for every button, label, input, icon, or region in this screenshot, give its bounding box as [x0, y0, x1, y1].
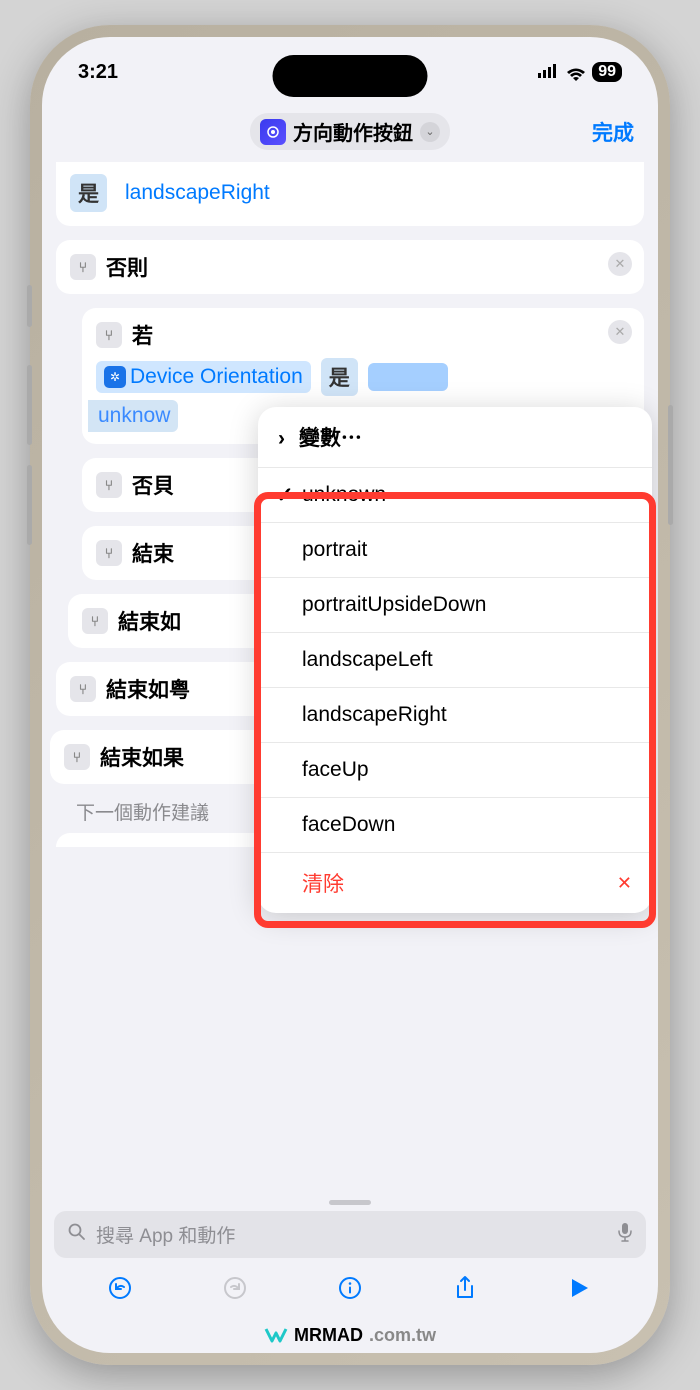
- action-label: 若: [132, 320, 153, 350]
- value-placeholder[interactable]: [368, 363, 448, 391]
- search-icon: [68, 1223, 86, 1247]
- picker-option[interactable]: landscapeRight: [258, 688, 652, 743]
- picker-clear-button[interactable]: 清除 ✕: [258, 853, 652, 913]
- branch-icon: ⑂: [70, 676, 96, 702]
- gear-icon: ✲: [104, 366, 126, 388]
- search-placeholder: 搜尋 App 和動作: [96, 1221, 235, 1248]
- branch-icon: ⑂: [70, 254, 96, 280]
- branch-icon: ⑂: [96, 472, 122, 498]
- undo-button[interactable]: [106, 1274, 134, 1302]
- power-button: [668, 405, 673, 525]
- action-card-else[interactable]: ⑂ 否則 ✕: [56, 240, 644, 294]
- picker-option[interactable]: faceUp: [258, 743, 652, 798]
- watermark-logo-icon: [264, 1323, 288, 1347]
- branch-icon: ⑂: [96, 322, 122, 348]
- action-label: 否貝: [132, 470, 174, 500]
- condition-token[interactable]: 是: [321, 358, 358, 396]
- phone-frame: 3:21 99 方向動作按鈕 ⌄ 完成: [30, 25, 670, 1365]
- cellular-icon: [538, 61, 560, 84]
- action-card-partial: 是 landscapeRight: [56, 162, 644, 226]
- redo-button: [221, 1274, 249, 1302]
- search-bar[interactable]: 搜尋 App 和動作: [54, 1211, 646, 1258]
- side-button: [27, 285, 32, 327]
- watermark: MRMAD.com.tw: [42, 1323, 658, 1347]
- volume-up-button: [27, 365, 32, 445]
- action-label: 結束如: [118, 606, 181, 636]
- shortcut-title-pill[interactable]: 方向動作按鈕 ⌄: [250, 113, 450, 150]
- variable-token[interactable]: ✲ Device Orientation: [96, 361, 311, 393]
- branch-icon: ⑂: [82, 608, 108, 634]
- done-button[interactable]: 完成: [592, 117, 634, 147]
- chevron-right-icon: ›: [278, 427, 285, 451]
- value-picker-popover: › 變數⋯ unknown portrait portraitUpsideDow…: [258, 407, 652, 913]
- picker-variables-row[interactable]: › 變數⋯: [258, 407, 652, 468]
- microphone-icon[interactable]: [618, 1222, 632, 1248]
- shortcut-title: 方向動作按鈕: [293, 117, 413, 146]
- branch-icon: ⑂: [96, 540, 122, 566]
- branch-icon: ⑂: [64, 744, 90, 770]
- share-button[interactable]: [451, 1274, 479, 1302]
- chevron-down-icon[interactable]: ⌄: [420, 122, 440, 142]
- picker-option[interactable]: unknown: [258, 468, 652, 523]
- picker-option[interactable]: portraitUpsideDown: [258, 578, 652, 633]
- play-button[interactable]: [566, 1274, 594, 1302]
- phone-screen: 3:21 99 方向動作按鈕 ⌄ 完成: [42, 37, 658, 1353]
- action-label: 結束如粤: [106, 674, 190, 704]
- picker-option[interactable]: faceDown: [258, 798, 652, 853]
- status-time: 3:21: [78, 61, 118, 84]
- picker-option[interactable]: portrait: [258, 523, 652, 578]
- dynamic-island: [273, 55, 428, 97]
- remove-action-button[interactable]: ✕: [608, 252, 632, 276]
- bottom-toolbar: [42, 1258, 658, 1310]
- info-button[interactable]: [336, 1274, 364, 1302]
- battery-badge: 99: [592, 62, 622, 82]
- editor-content: 是 landscapeRight ⑂ 否則 ✕ ⑂ 若 ✲: [42, 162, 658, 1192]
- value-token-truncated[interactable]: unknow: [88, 400, 178, 432]
- wifi-icon: [566, 65, 586, 79]
- value-token[interactable]: landscapeRight: [117, 177, 278, 209]
- action-label: 否則: [106, 252, 148, 282]
- picker-option[interactable]: landscapeLeft: [258, 633, 652, 688]
- nav-bar: 方向動作按鈕 ⌄ 完成: [42, 107, 658, 162]
- action-label: 結束如果: [100, 742, 184, 772]
- remove-action-button[interactable]: ✕: [608, 320, 632, 344]
- shortcut-icon: [260, 119, 286, 145]
- action-label: 結束: [132, 538, 174, 568]
- condition-token[interactable]: 是: [70, 174, 107, 212]
- close-icon: ✕: [617, 873, 632, 894]
- drag-handle[interactable]: [329, 1200, 371, 1205]
- volume-down-button: [27, 465, 32, 545]
